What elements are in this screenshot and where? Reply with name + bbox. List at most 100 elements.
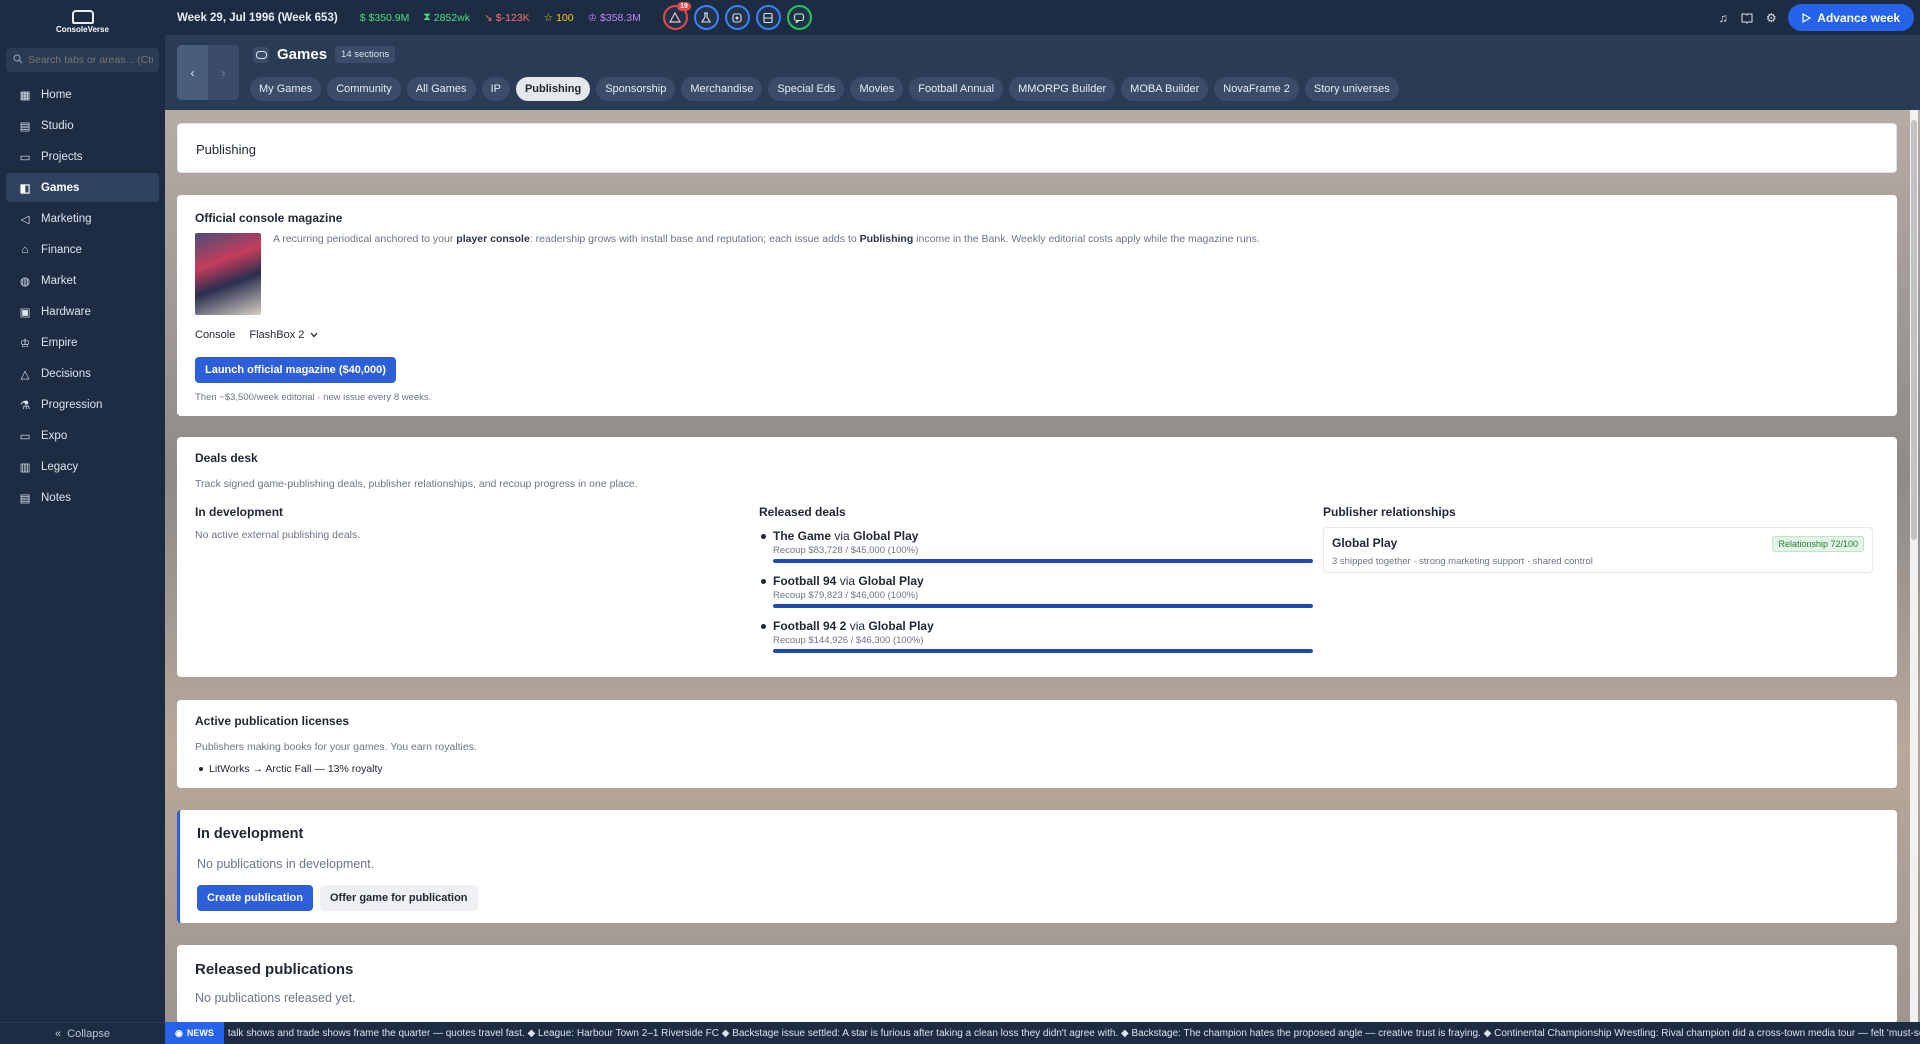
license-item: LitWorks → Arctic Fall — 13% royalty (199, 763, 383, 775)
tab-community[interactable]: Community (327, 77, 401, 101)
tab-ip[interactable]: IP (481, 77, 510, 101)
magazine-cost-note: Then ~$3,500/week editorial · new issue … (195, 392, 432, 403)
advance-week-button[interactable]: Advance week (1788, 4, 1914, 31)
sidebar-item-marketing[interactable]: ◁ Marketing (6, 204, 159, 233)
deal-title: The Game via Global Play (773, 529, 1313, 543)
tab-movies[interactable]: Movies (850, 77, 904, 101)
music-icon[interactable]: ♫ (1716, 11, 1730, 25)
section-tabs: My Games Community All Games IP Publishing Sp… (250, 77, 1399, 101)
tab-mmorpg-builder[interactable]: MMORPG Builder (1009, 77, 1116, 101)
folder-icon: ▭ (19, 151, 31, 164)
hourglass-icon: ⧗ (423, 11, 431, 23)
net-stat[interactable]: ↘ $-123K (484, 12, 530, 24)
console-label: Console (195, 329, 236, 341)
fans-stat[interactable]: ⧗ 2852wk (423, 11, 470, 24)
sidebar-item-home[interactable]: ▦ Home (6, 80, 159, 109)
sidebar-item-progression[interactable]: ⚗ Progression (6, 390, 159, 419)
licenses-card: Active publication licenses Publishers m… (177, 700, 1897, 788)
released-publications-card: Released publications No publications re… (177, 945, 1897, 1024)
sidebar-item-projects[interactable]: ▭ Projects (6, 142, 159, 171)
sidebar-item-studio[interactable]: ▤ Studio (6, 111, 159, 140)
sidebar: ConsoleVerse ▦ Home ▤ Studio ▭ Projects ◧ Games… (0, 0, 165, 1044)
desc-text: A recurring periodical anchored to your (273, 233, 457, 245)
content-scrollbar[interactable] (1910, 110, 1918, 1024)
top-bar: Week 29, Jul 1996 (Week 653) $ $350.9M ⧗… (165, 0, 1920, 35)
book-open-icon[interactable] (1740, 11, 1754, 25)
reputation-stat[interactable]: ☆ 100 (544, 12, 574, 24)
tab-all-games[interactable]: All Games (406, 77, 476, 101)
notes-icon: ▤ (19, 492, 31, 505)
sidebar-item-legacy[interactable]: ▥ Legacy (6, 452, 159, 481)
settings-circle-button[interactable] (724, 5, 750, 30)
sidebar-item-hardware[interactable]: ▣ Hardware (6, 297, 159, 326)
publishing-heading-card: Publishing (177, 123, 1897, 173)
save-circle-button[interactable] (755, 5, 781, 30)
console-select[interactable]: FlashBox 2 (249, 329, 318, 341)
released-deals-heading: Released deals (759, 505, 846, 519)
sidebar-item-label: Home (41, 88, 72, 101)
advance-week-label: Advance week (1817, 10, 1900, 25)
tab-my-games[interactable]: My Games (250, 77, 322, 101)
sidebar-item-decisions[interactable]: △ Decisions (6, 359, 159, 388)
launch-magazine-button[interactable]: Launch official magazine ($40,000) (195, 357, 396, 383)
sidebar-search[interactable] (6, 48, 159, 72)
collapse-button[interactable]: « Collapse (0, 1022, 165, 1044)
search-input[interactable] (28, 54, 153, 66)
tab-story-universes[interactable]: Story universes (1304, 77, 1399, 101)
sidebar-item-games[interactable]: ◧ Games (6, 173, 159, 202)
deal-via: via (839, 574, 856, 588)
relationship-card[interactable]: Global Play 3 shipped together · strong … (1323, 527, 1873, 573)
in-development-empty: No publications in development. (197, 857, 375, 871)
recoup-progress-bar (773, 649, 1313, 653)
alerts-button[interactable]: 19 (662, 2, 691, 30)
gamepad-icon (253, 46, 269, 63)
magazine-description: A recurring periodical anchored to your … (273, 233, 1260, 245)
globe-icon: ◍ (19, 275, 31, 288)
recoup-progress-fill (773, 559, 1313, 563)
released-publications-title: Released publications (195, 961, 354, 978)
sidebar-item-expo[interactable]: ▭ Expo (6, 421, 159, 450)
in-dev-empty: No active external publishing deals. (195, 529, 361, 541)
cash-stat[interactable]: $ $350.9M (360, 12, 410, 24)
offer-game-button[interactable]: Offer game for publication (320, 885, 478, 911)
news-ticker: ◉ NEWS talk shows and trade shows frame … (165, 1022, 1920, 1044)
tab-special-eds[interactable]: Special Eds (768, 77, 845, 101)
tab-moba-builder[interactable]: MOBA Builder (1121, 77, 1209, 101)
chevron-right-icon: › (221, 65, 226, 80)
week-label: Week 29, Jul 1996 (Week 653) (177, 11, 338, 24)
research-button[interactable] (693, 5, 719, 30)
deals-title: Deals desk (195, 451, 258, 465)
forward-button[interactable]: › (208, 45, 239, 100)
chat-circle-button[interactable] (786, 5, 812, 30)
deal-game: Football 94 (773, 574, 837, 588)
sidebar-item-notes[interactable]: ▤ Notes (6, 483, 159, 512)
sidebar-item-finance[interactable]: ⌂ Finance (6, 235, 159, 264)
sidebar-item-empire[interactable]: ♔ Empire (6, 328, 159, 357)
create-publication-button[interactable]: Create publication (197, 885, 313, 911)
tab-sponsorship[interactable]: Sponsorship (596, 77, 676, 101)
desc-text: income in the Bank. Weekly editorial cos… (913, 233, 1260, 245)
gear-icon[interactable]: ⚙ (1764, 11, 1778, 25)
deal-title: Football 94 via Global Play (773, 574, 1313, 588)
app-logo[interactable]: ConsoleVerse (0, 0, 165, 44)
scrollbar-thumb[interactable] (1911, 120, 1917, 540)
news-tag: ◉ NEWS (165, 1022, 224, 1044)
deals-desk-card: Deals desk Track signed game-publishing … (177, 437, 1897, 677)
main-area: ‹ › Games 14 sections My Games Community A… (165, 35, 1920, 1024)
deal-via: via (849, 619, 866, 633)
sidebar-item-label: Empire (41, 336, 78, 349)
tab-football-annual[interactable]: Football Annual (909, 77, 1004, 101)
licenses-title: Active publication licenses (195, 714, 350, 728)
monitor-icon: ▭ (19, 430, 31, 443)
sidebar-item-label: Finance (41, 243, 82, 256)
console-select-value: FlashBox 2 (249, 329, 305, 341)
content-area[interactable]: Publishing Official console magazine A r… (165, 110, 1920, 1024)
tab-publishing[interactable]: Publishing (515, 77, 591, 101)
sidebar-item-market[interactable]: ◍ Market (6, 266, 159, 295)
ticker-text: talk shows and trade shows frame the qua… (227, 1027, 1920, 1039)
valuation-stat[interactable]: ♔ $358.3M (588, 12, 641, 24)
tab-merchandise[interactable]: Merchandise (681, 77, 763, 101)
logo-text: ConsoleVerse (56, 25, 109, 34)
back-button[interactable]: ‹ (177, 45, 208, 100)
tab-novaframe-2[interactable]: NovaFrame 2 (1214, 77, 1299, 101)
